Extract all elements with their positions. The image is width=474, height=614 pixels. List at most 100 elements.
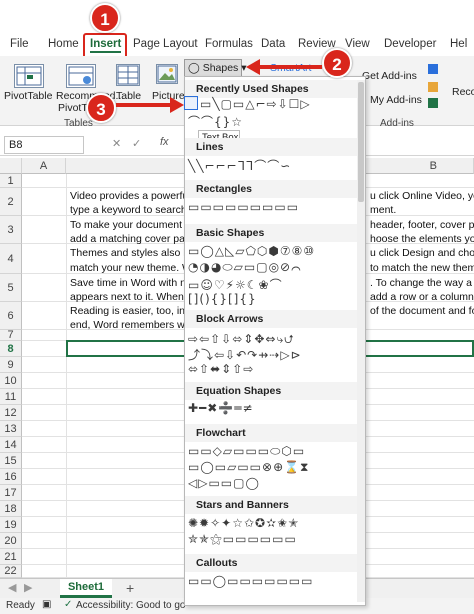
cell-b3-right2: hoose the elements you (370, 233, 474, 245)
row-header[interactable]: 17 (0, 485, 22, 501)
row-header[interactable]: 1 (0, 174, 22, 188)
tab-view[interactable]: View (345, 38, 370, 50)
macro-record-icon[interactable]: ▣ (42, 599, 51, 610)
step-badge-2: 2 (322, 48, 352, 78)
tab-data[interactable]: Data (261, 38, 285, 50)
column-gridline (66, 174, 67, 578)
step-badge-3: 3 (86, 93, 116, 123)
row-header[interactable]: 16 (0, 469, 22, 485)
enter-icon[interactable]: ✓ (132, 137, 141, 150)
status-ready: Ready (6, 600, 35, 611)
cell-b5-line2: appears next to it. When yo (70, 291, 198, 303)
cell-b3-right1: header, footer, cover pa (370, 219, 474, 231)
tab-help[interactable]: Hel (450, 38, 467, 50)
flowchart-row-3[interactable]: ◁▷▭▭▢◯ (188, 476, 260, 490)
cell-b4-line2: match your new theme. Wh (70, 262, 198, 274)
recent-shapes-row-1[interactable]: ▭╲▢▭△⌐⇨⇩☐▷ (200, 97, 311, 111)
cell-b4-right2: to match the new theme (370, 262, 474, 274)
add-sheet-icon[interactable]: + (126, 580, 134, 596)
addins-group-label: Add-ins (380, 118, 414, 129)
step-2-arrow (246, 59, 322, 75)
row-header[interactable]: 6 (0, 302, 22, 330)
bing-maps-icon[interactable] (428, 82, 438, 92)
row-header[interactable]: 15 (0, 453, 22, 469)
row-header[interactable]: 5 (0, 274, 22, 302)
row-header[interactable]: 19 (0, 517, 22, 533)
basic-shapes-row-2[interactable]: ◔◑◕⬭▱▭▢◎⊘⌒ (188, 260, 302, 275)
shapes-button-label: Shapes (202, 62, 239, 74)
tab-page-layout[interactable]: Page Layout (133, 38, 198, 50)
scrollbar-thumb[interactable] (358, 82, 364, 202)
row-header[interactable]: 22 (0, 565, 22, 578)
block-arrows-row-2[interactable]: ⤴⤵⇦⇩↶↷⇸⇢▷⊳ (188, 346, 302, 363)
flowchart-row-1[interactable]: ▭▭◇▱▭▭▭⬭⬡▭ (188, 444, 305, 459)
row-header[interactable]: 11 (0, 389, 22, 405)
cell-b2-line2: type a keyword to search o (70, 204, 196, 216)
recommended-pivottables-icon[interactable] (66, 64, 96, 88)
tab-file[interactable]: File (10, 38, 29, 50)
row-header[interactable]: 18 (0, 501, 22, 517)
recent-shapes-row-2[interactable]: ⌒⌒{}☆ (188, 113, 243, 130)
recommended-charts-button[interactable]: Reco (452, 86, 474, 98)
shapes-button[interactable]: ◯ Shapes ▾ (184, 59, 247, 77)
row-header[interactable]: 7 (0, 330, 22, 341)
cell-b6-right1: of the document and fo (370, 305, 474, 317)
section-title-lines: Lines (196, 141, 224, 153)
stars-banners-row-1[interactable]: ✺✹✧✦☆✩✪✫✬✭ (188, 516, 299, 530)
fx-icon[interactable]: fx (160, 136, 169, 148)
row-header[interactable]: 14 (0, 437, 22, 453)
get-addins-button[interactable]: Get Add-ins (362, 70, 417, 82)
basic-shapes-row-1[interactable]: ▭◯△◺▱⬠⬡⬢⑦⑧⑩ (188, 244, 315, 258)
row-header[interactable]: 13 (0, 421, 22, 437)
pictures-icon[interactable] (156, 64, 178, 84)
status-accessibility[interactable]: Accessibility: Good to go (76, 600, 186, 611)
row-header[interactable]: 12 (0, 405, 22, 421)
section-title-flowchart: Flowchart (196, 427, 246, 439)
cell-b5-right2: add a row or a column, (370, 291, 474, 303)
people-graph-icon[interactable] (428, 98, 438, 108)
shapes-icon: ◯ (188, 62, 200, 74)
row-header[interactable]: 21 (0, 549, 22, 565)
block-arrows-row-3[interactable]: ⬄⇧⬌⇕⇧⇨ (188, 362, 254, 376)
section-title-rectangles: Rectangles (196, 183, 253, 195)
sheet-tab-sheet1[interactable]: Sheet1 (60, 579, 112, 598)
column-header-a[interactable]: A (22, 158, 66, 174)
store-icon[interactable] (428, 64, 438, 74)
tab-developer[interactable]: Developer (384, 38, 436, 50)
ribbon-tabs: File Home Insert Page Layout Formulas Da… (0, 34, 474, 56)
pivottable-icon[interactable] (14, 64, 44, 88)
cell-b4-right1: u click Design and choc (370, 247, 474, 259)
row-header[interactable]: 10 (0, 373, 22, 389)
rectangles-row[interactable]: ▭▭▭▭▭▭▭▭▭ (188, 200, 299, 214)
flowchart-row-2[interactable]: ▭◯▭▱▭▭⊗⊕⌛⧗ (188, 460, 310, 475)
tab-home[interactable]: Home (48, 38, 79, 50)
my-addins-button[interactable]: My Add-ins (370, 94, 422, 106)
name-box[interactable]: B8 (4, 136, 84, 154)
scroll-right-icon[interactable]: ▶ (24, 581, 32, 594)
equation-shapes-row[interactable]: ✚━✖➗═≠ (188, 401, 254, 415)
row-header[interactable]: 2 (0, 188, 22, 216)
cell-b6-line2: end, Word remembers whe (70, 319, 197, 331)
cancel-icon[interactable]: ✕ (112, 137, 121, 150)
text-box-shape-icon[interactable] (184, 96, 198, 110)
scroll-left-icon[interactable]: ◀ (8, 581, 16, 594)
basic-shapes-row-4[interactable]: [](){}[]{} (188, 292, 257, 306)
accessibility-icon: ✓ (64, 599, 73, 610)
pivottable-button[interactable]: PivotTable (4, 90, 52, 102)
row-header[interactable]: 9 (0, 357, 22, 373)
basic-shapes-row-3[interactable]: ▭☺♡⚡☼☾❀⌒ (188, 276, 283, 293)
row-header[interactable]: 4 (0, 244, 22, 274)
lines-row[interactable]: ╲╲⌐⌐⌐ᒣᒣ⌒⌒∽ (188, 157, 291, 174)
callouts-row[interactable]: ▭▭◯▭▭▭▭▭▭▭ (188, 574, 313, 588)
section-title-block-arrows: Block Arrows (196, 313, 264, 325)
table-icon[interactable] (116, 64, 140, 86)
tables-group-label: Tables (64, 118, 93, 129)
select-all-corner[interactable] (0, 158, 22, 174)
tab-formulas[interactable]: Formulas (205, 38, 253, 50)
stars-banners-row-2[interactable]: ✮✯⚝▭▭▭▭▭▭ (188, 532, 297, 547)
row-header[interactable]: 3 (0, 216, 22, 244)
cell-b5-right1: . To change the way a (370, 277, 472, 289)
tab-review[interactable]: Review (298, 38, 336, 50)
row-header[interactable]: 20 (0, 533, 22, 549)
row-header[interactable]: 8 (0, 341, 22, 357)
